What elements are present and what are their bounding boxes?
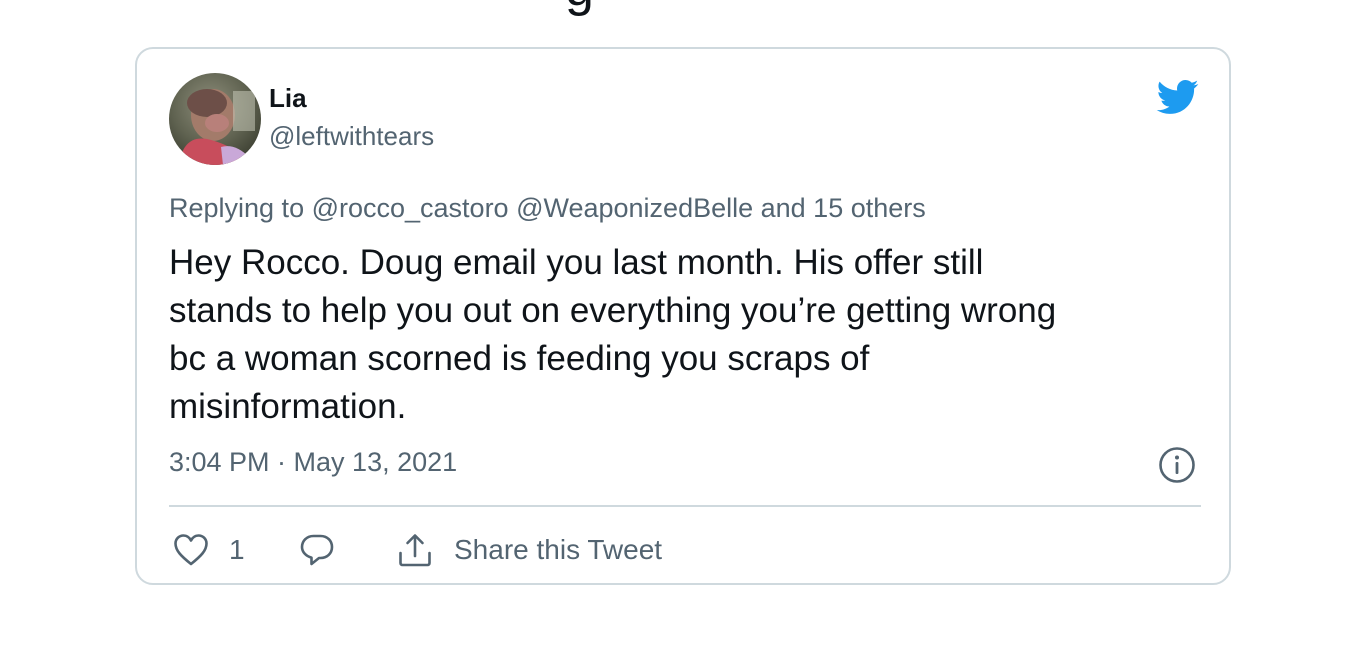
reply-bubble-icon: [300, 534, 334, 566]
author-handle[interactable]: @leftwithtears: [269, 121, 434, 151]
like-count: 1: [229, 534, 245, 565]
tweet-divider: [169, 505, 1201, 507]
reply-button[interactable]: [299, 525, 335, 575]
share-icon: [399, 534, 431, 567]
info-icon[interactable]: [1158, 446, 1196, 484]
tweet-timestamp[interactable]: 3:04 PM · May 13, 2021: [169, 446, 457, 478]
like-button[interactable]: 1: [173, 525, 245, 575]
share-tweet-button[interactable]: Share this Tweet: [396, 525, 662, 575]
tweet-action-bar: 1 Share this Tweet: [169, 525, 1199, 575]
twitter-bird-icon[interactable]: [1152, 75, 1202, 119]
heart-icon: [174, 534, 208, 566]
tweet-body-text: Hey Rocco. Doug email you last month. Hi…: [169, 243, 1057, 426]
replying-to-line[interactable]: Replying to @rocco_castoro @WeaponizedBe…: [169, 192, 926, 224]
author-avatar[interactable]: [169, 73, 261, 165]
author-display-name[interactable]: Lia: [269, 83, 307, 113]
share-tweet-label: Share this Tweet: [454, 534, 663, 565]
avatar-photo: [169, 73, 261, 165]
page-header-text-fragment: g: [565, 0, 594, 14]
embedded-tweet-card[interactable]: Lia @leftwithtears Replying to @rocco_ca…: [135, 47, 1231, 585]
